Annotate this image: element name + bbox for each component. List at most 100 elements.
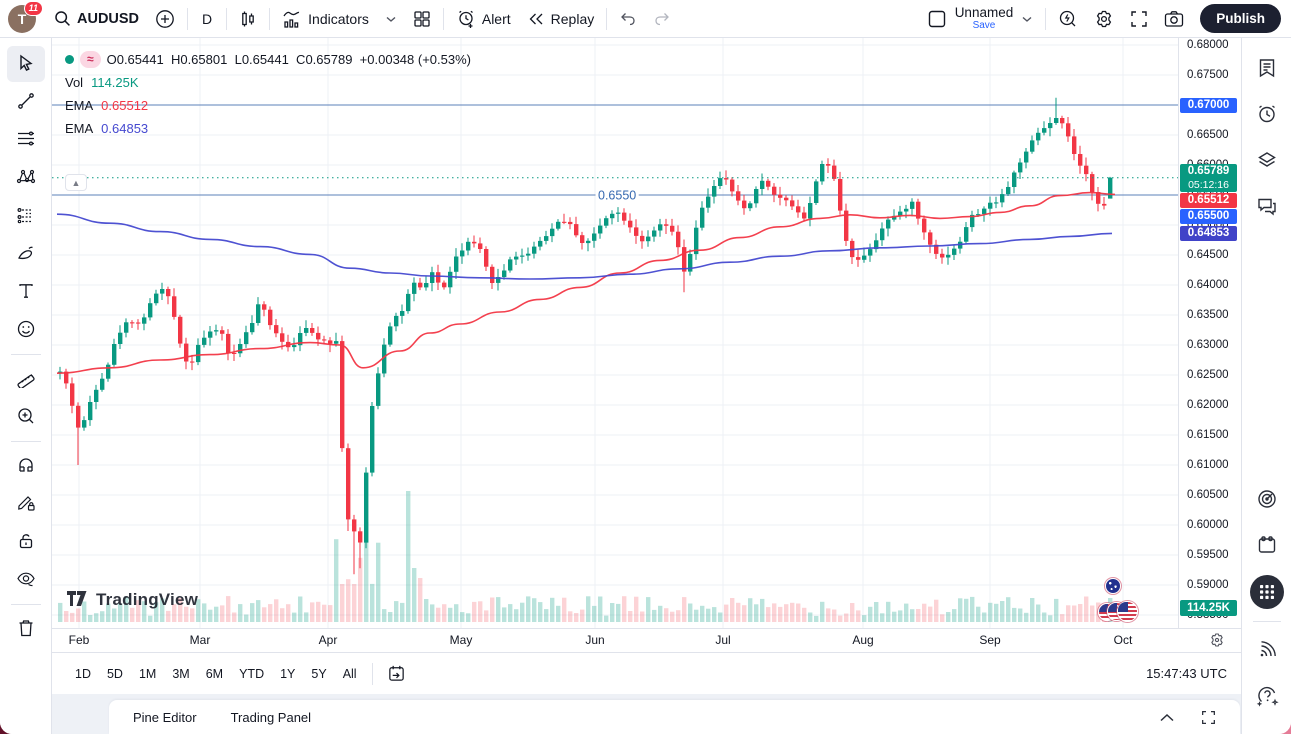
ema-slow-legend-row[interactable]: EMA 0.64853: [65, 118, 471, 138]
target-icon: [1256, 488, 1278, 513]
maximize-panel-button[interactable]: [1201, 710, 1216, 725]
axis-settings-gear-icon[interactable]: [1209, 632, 1225, 651]
clock-utc[interactable]: 15:47:43 UTC: [1146, 666, 1227, 681]
ema-fast-value: 0.65512: [101, 98, 148, 113]
save-layout-link[interactable]: Save: [973, 21, 996, 31]
alert-line-label[interactable]: 0.67000: [1180, 98, 1237, 113]
legend-collapse-button[interactable]: ▲: [65, 174, 87, 191]
month-label: Mar: [190, 633, 211, 647]
lock-all-tool[interactable]: [7, 524, 45, 560]
drawing-mode-tool[interactable]: [7, 486, 45, 522]
brush-tool[interactable]: [7, 236, 45, 272]
pattern-tool[interactable]: [7, 160, 45, 196]
ruler-tool[interactable]: [7, 361, 45, 397]
tab-pine-editor[interactable]: Pine Editor: [123, 704, 207, 731]
grid-layout-button[interactable]: [405, 4, 439, 34]
hide-drawings-tool[interactable]: [7, 562, 45, 598]
apps-grid-button[interactable]: [1248, 573, 1286, 611]
month-label: Jun: [585, 633, 604, 647]
user-avatar[interactable]: T 11: [8, 5, 36, 33]
magnet-tool[interactable]: [7, 448, 45, 484]
calendar-button[interactable]: [1248, 527, 1286, 565]
toolbar-divider: [187, 8, 188, 30]
watchlist-panel-button[interactable]: [1248, 50, 1286, 88]
indicators-button[interactable]: Indicators: [274, 4, 377, 34]
symbol-search-button[interactable]: AUDUSD: [46, 4, 147, 34]
replay-label: Replay: [551, 11, 595, 27]
alert-clock-icon: [456, 9, 476, 29]
publish-button[interactable]: Publish: [1200, 4, 1281, 33]
redo-button[interactable]: [645, 4, 679, 34]
alerts-panel-button[interactable]: [1248, 96, 1286, 134]
tab-trading-panel[interactable]: Trading Panel: [221, 704, 321, 731]
emoji-tool[interactable]: [7, 312, 45, 348]
expand-panel-button[interactable]: [1159, 713, 1175, 722]
symbol-legend-row[interactable]: ≈ O0.65441 H0.65801 L0.65441 C0.65789 +0…: [65, 49, 471, 69]
indicator-templates-button[interactable]: [377, 4, 405, 34]
range-1m[interactable]: 1M: [132, 662, 163, 686]
price-line-label[interactable]: 0.65500: [1180, 209, 1237, 224]
layout-square-icon: [927, 9, 947, 29]
chart-type-button[interactable]: [231, 4, 265, 34]
quick-search-button[interactable]: [1050, 4, 1086, 34]
text-tool[interactable]: [7, 274, 45, 310]
ema-slow-value: 0.64853: [101, 121, 148, 136]
object-tree-button[interactable]: [1248, 142, 1286, 180]
price-tick: 0.68000: [1179, 38, 1240, 52]
time-axis[interactable]: FebMarAprMayJunJulAugSepOct: [52, 628, 1241, 652]
price-tick: 0.60000: [1179, 518, 1240, 532]
ruler-icon: [16, 368, 36, 391]
layout-thumbnail-button[interactable]: [919, 4, 955, 34]
chart-plot-area[interactable]: 0.6550 ≈ O0.65441 H0.65801 L0.65441 C0.6…: [52, 38, 1178, 628]
chat-button[interactable]: [1248, 188, 1286, 226]
replay-button[interactable]: Replay: [519, 4, 603, 34]
live-streams-button[interactable]: [1248, 632, 1286, 670]
trend-line-tool[interactable]: [7, 84, 45, 120]
layout-name-button[interactable]: Unnamed Save: [955, 6, 1014, 32]
australia-flag-icon: [1105, 578, 1121, 594]
prediction-tool[interactable]: [7, 198, 45, 234]
ema-fast-label: 0.65512: [1180, 193, 1237, 208]
price-axis[interactable]: 0.680000.675000.670000.665000.660000.655…: [1178, 38, 1240, 628]
zoom-tool[interactable]: [7, 399, 45, 435]
range-5y[interactable]: 5Y: [304, 662, 333, 686]
settings-button[interactable]: [1086, 4, 1122, 34]
alert-button[interactable]: Alert: [448, 4, 519, 34]
delayed-data-badge[interactable]: ≈: [80, 51, 101, 68]
fullscreen-button[interactable]: [1122, 4, 1156, 34]
layout-menu-chevron[interactable]: [1013, 4, 1041, 34]
market-open-dot-icon: [65, 55, 74, 64]
calendar-icon: [1256, 534, 1278, 559]
range-all[interactable]: All: [336, 662, 364, 686]
ema-fast-legend-row[interactable]: EMA 0.65512: [65, 95, 471, 115]
volume-legend-row[interactable]: Vol 114.25K: [65, 72, 471, 92]
us-flag-icon: [1117, 601, 1138, 622]
interval-button[interactable]: D: [192, 4, 222, 34]
zoom-in-icon: [16, 406, 36, 429]
smiley-icon: [16, 319, 36, 342]
undo-button[interactable]: [611, 4, 645, 34]
range-5d[interactable]: 5D: [100, 662, 130, 686]
tradingview-watermark: TradingView: [67, 590, 198, 610]
cursor-tool[interactable]: [7, 46, 45, 82]
snapshot-button[interactable]: [1156, 4, 1192, 34]
alert-label: Alert: [482, 11, 511, 27]
apps-grid-icon: [1250, 575, 1284, 609]
compare-add-symbol-button[interactable]: [147, 4, 183, 34]
remove-drawings-tool[interactable]: [7, 611, 45, 647]
range-1y[interactable]: 1Y: [273, 662, 302, 686]
hotlists-button[interactable]: [1248, 481, 1286, 519]
range-1d[interactable]: 1D: [68, 662, 98, 686]
economic-events-us[interactable]: [1098, 601, 1144, 623]
price-tick: 0.67500: [1179, 68, 1240, 82]
month-label: May: [450, 633, 473, 647]
range-3m[interactable]: 3M: [165, 662, 196, 686]
range-6m[interactable]: 6M: [199, 662, 230, 686]
help-button[interactable]: [1248, 678, 1286, 716]
fib-retracement-tool[interactable]: [7, 122, 45, 158]
go-to-date-button[interactable]: [381, 661, 412, 686]
range-ytd[interactable]: YTD: [232, 662, 271, 686]
month-label: Oct: [1114, 633, 1133, 647]
volume-value: 114.25K: [91, 75, 138, 90]
chart-column: 0.6550 ≈ O0.65441 H0.65801 L0.65441 C0.6…: [52, 38, 1241, 734]
